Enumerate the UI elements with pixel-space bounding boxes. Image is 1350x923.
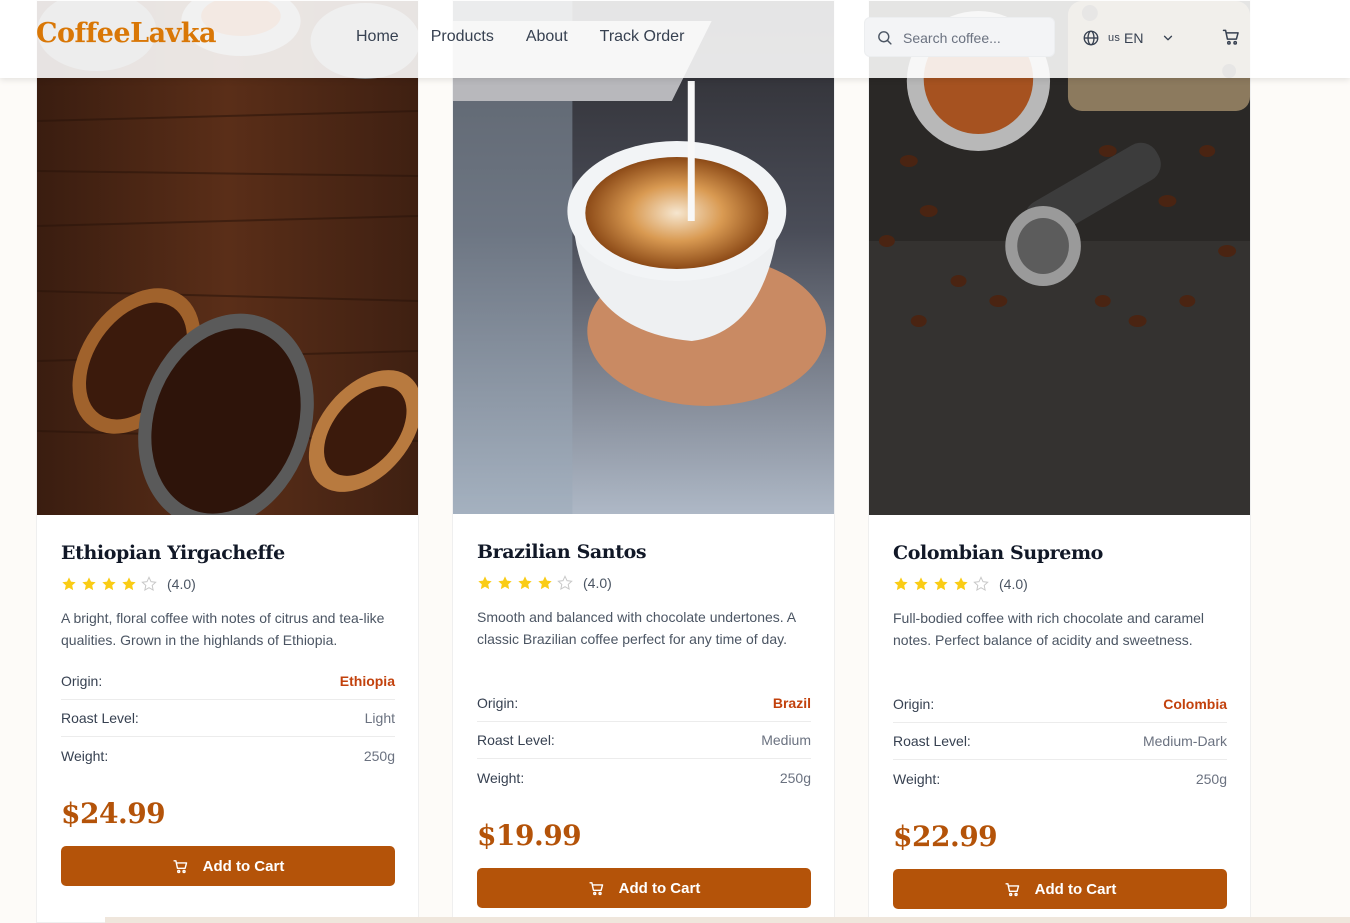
add-to-cart-button[interactable]: Add to Cart [61,846,395,886]
product-rating: (4.0) [893,576,1028,592]
product-description: Smooth and balanced with chocolate under… [477,609,796,648]
weight-value: 250g [1195,770,1227,787]
product-price: $24.99 [61,797,166,830]
origin-label: Origin: [61,673,103,689]
origin-value: Colombia [1163,696,1227,712]
language-selector[interactable]: us EN [1082,27,1175,49]
star-icon [518,576,532,590]
roast-label: Roast Level: [61,710,139,726]
search-icon [878,31,892,45]
star-icon [102,577,116,591]
roast-value: Light [364,710,395,726]
search-box [864,17,1055,57]
star-icon [82,577,96,591]
roast-label: Roast Level: [893,733,971,749]
star-empty-icon [557,575,573,591]
rating-value: (4.0) [999,576,1028,592]
add-to-cart-label: Add to Cart [1034,880,1117,898]
roast-label: Roast Level: [477,732,555,748]
star-icon [478,576,492,590]
site-logo[interactable]: CoffeeLavka [36,18,216,49]
product-description: Full-bodied coffee with rich chocolate a… [893,610,1205,649]
globe-icon [1083,30,1099,46]
roast-row: Roast Level: Medium [477,722,811,759]
search-input[interactable] [903,27,1048,49]
star-icon [914,577,928,591]
nav-home[interactable]: Home [356,27,399,47]
add-to-cart-button[interactable]: Add to Cart [893,869,1227,909]
origin-row: Origin: Brazil [477,685,811,722]
product-card: Colombian Supremo (4.0) Full-bodied coff… [868,0,1251,923]
product-name: Colombian Supremo [893,542,1103,564]
origin-row: Origin: Ethiopia [61,663,395,700]
origin-label: Origin: [477,695,519,711]
weight-row: Weight: 250g [477,759,811,796]
product-card: Brazilian Santos (4.0) Smooth and balanc… [452,0,835,923]
weight-row: Weight: 250g [893,760,1227,797]
origin-value: Brazil [772,695,811,711]
main-nav: Home Products About Track Order [356,27,684,47]
shopping-cart-icon [589,881,603,895]
shopping-cart-icon [1005,882,1019,896]
weight-label: Weight: [477,769,525,786]
product-description: A bright, floral coffee with notes of ci… [61,610,385,649]
weight-value: 250g [779,769,811,786]
add-to-cart-label: Add to Cart [618,879,701,897]
roast-value: Medium-Dark [1142,733,1227,749]
product-rating: (4.0) [61,576,196,592]
star-empty-icon [973,576,989,592]
nav-products[interactable]: Products [431,27,494,47]
product-price: $19.99 [477,819,582,852]
weight-row: Weight: 250g [61,737,395,774]
star-icon [62,577,76,591]
footer-edge [105,917,1350,923]
roast-value: Medium [761,732,811,748]
origin-value: Ethiopia [339,673,395,689]
roast-row: Roast Level: Light [61,700,395,737]
weight-label: Weight: [893,770,941,787]
add-to-cart-label: Add to Cart [202,857,285,875]
site-header: CoffeeLavka Home Products About Track Or… [0,0,1350,78]
language-flag: us [1108,32,1121,44]
product-card: Ethiopian Yirgacheffe (4.0) A bright, fl… [36,0,419,923]
product-rating: (4.0) [477,575,612,591]
star-icon [954,577,968,591]
shopping-cart-icon[interactable] [1221,27,1241,47]
chevron-down-icon [1164,35,1173,41]
shopping-cart-icon [173,859,187,873]
product-image[interactable] [869,1,1250,515]
weight-value: 250g [363,747,395,764]
product-name: Ethiopian Yirgacheffe [61,542,285,564]
star-icon [894,577,908,591]
language-code: EN [1124,30,1144,46]
star-icon [934,577,948,591]
weight-label: Weight: [61,747,109,764]
nav-about[interactable]: About [526,27,568,47]
add-to-cart-button[interactable]: Add to Cart [477,868,811,908]
product-price: $22.99 [893,820,998,853]
origin-label: Origin: [893,696,935,712]
star-empty-icon [141,576,157,592]
origin-row: Origin: Colombia [893,686,1227,723]
product-image[interactable] [37,1,418,515]
star-icon [538,576,552,590]
rating-value: (4.0) [583,575,612,591]
star-icon [122,577,136,591]
star-icon [498,576,512,590]
roast-row: Roast Level: Medium-Dark [893,723,1227,760]
nav-track-order[interactable]: Track Order [600,27,685,47]
rating-value: (4.0) [167,576,196,592]
product-name: Brazilian Santos [477,541,647,563]
